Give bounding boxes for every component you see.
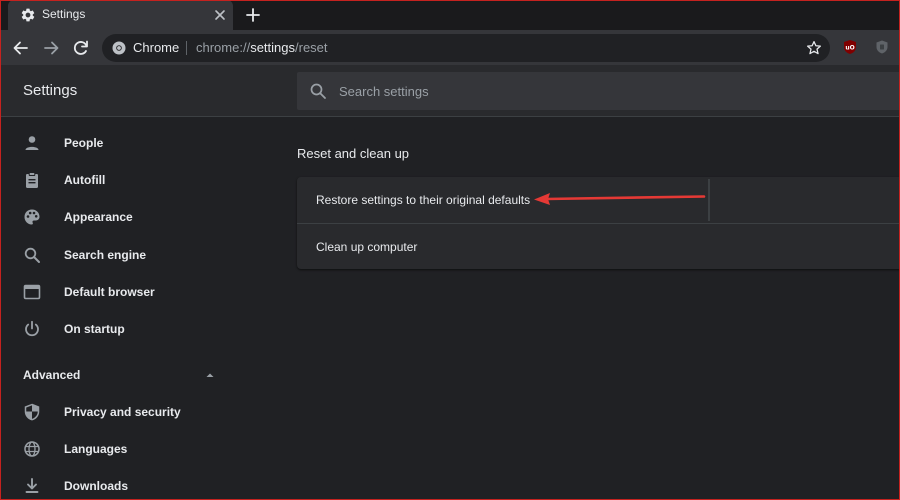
sidebar-item-languages[interactable]: Languages [0,431,260,468]
search-settings-box[interactable] [297,72,900,110]
browser-window-icon [23,284,41,300]
settings-header: Settings [0,65,900,117]
search-icon [310,83,326,99]
sidebar-item-label: Downloads [64,479,129,493]
clipboard-icon [26,172,38,188]
annotation-arrow-icon [534,193,706,205]
site-name: Chrome [133,40,180,55]
shield-icon [24,403,40,421]
address-bar[interactable]: Chrome chrome://settings/reset [102,34,830,62]
url-scheme: chrome:// [196,40,251,55]
url-path: settings [250,40,295,55]
sidebar-item-appearance[interactable]: Appearance [0,199,260,236]
search-icon [24,247,40,263]
power-icon [25,320,39,337]
extension-shield-icon[interactable] [874,39,890,55]
restore-defaults-label: Restore settings to their original defau… [316,193,531,207]
omnibox-divider [186,41,187,55]
person-icon [25,136,39,150]
palette-icon [24,209,40,225]
clean-up-computer-row[interactable]: Clean up computer [297,223,900,269]
download-icon [25,478,39,493]
sidebar-item-label: People [64,136,104,150]
chevron-up-icon [206,373,214,377]
sidebar-item-downloads[interactable]: Downloads [0,468,260,500]
sidebar-item-label: Languages [64,442,128,456]
sidebar-item-label: Autofill [64,173,106,187]
new-tab-plus-icon[interactable] [244,6,262,24]
settings-sidebar: People Autofill Appearance Search engine [0,117,260,500]
globe-icon [24,441,40,457]
sidebar-advanced-toggle[interactable]: Advanced [0,364,260,386]
sidebar-item-default-browser[interactable]: Default browser [0,274,260,311]
back-arrow-icon[interactable] [11,38,31,58]
sidebar-item-label: On startup [64,322,125,336]
advanced-label: Advanced [23,368,81,382]
tab-title: Settings [42,7,86,21]
sidebar-item-autofill[interactable]: Autofill [0,162,260,199]
search-input[interactable] [339,81,879,101]
ublock-text: uO [845,45,854,52]
url-rest: /reset [295,40,328,55]
browser-toolbar: Chrome chrome://settings/reset uO [0,30,900,65]
reload-icon[interactable] [71,38,91,58]
sidebar-item-label: Privacy and security [64,405,181,419]
sidebar-item-privacy-and-security[interactable]: Privacy and security [0,394,260,431]
close-icon[interactable] [212,7,228,23]
bookmark-star-icon[interactable] [805,39,823,57]
sidebar-item-label: Search engine [64,248,147,262]
forward-arrow-icon[interactable] [41,38,61,58]
row-separator [708,179,710,221]
url-text: chrome://settings/reset [196,40,328,55]
tab-settings[interactable]: Settings [8,0,233,30]
section-title: Reset and clean up [297,146,410,161]
sidebar-item-search-engine[interactable]: Search engine [0,237,260,274]
sidebar-item-label: Default browser [64,285,155,299]
sidebar-item-on-startup[interactable]: On startup [0,311,260,348]
chrome-logo-icon [112,41,126,55]
clean-up-computer-label: Clean up computer [316,240,418,254]
sidebar-item-people[interactable]: People [0,125,260,162]
ublock-origin-icon[interactable]: uO [842,39,858,55]
tab-strip: Settings [0,0,900,30]
page-title: Settings [23,82,78,99]
gear-icon [21,8,35,22]
sidebar-item-label: Appearance [64,210,133,224]
